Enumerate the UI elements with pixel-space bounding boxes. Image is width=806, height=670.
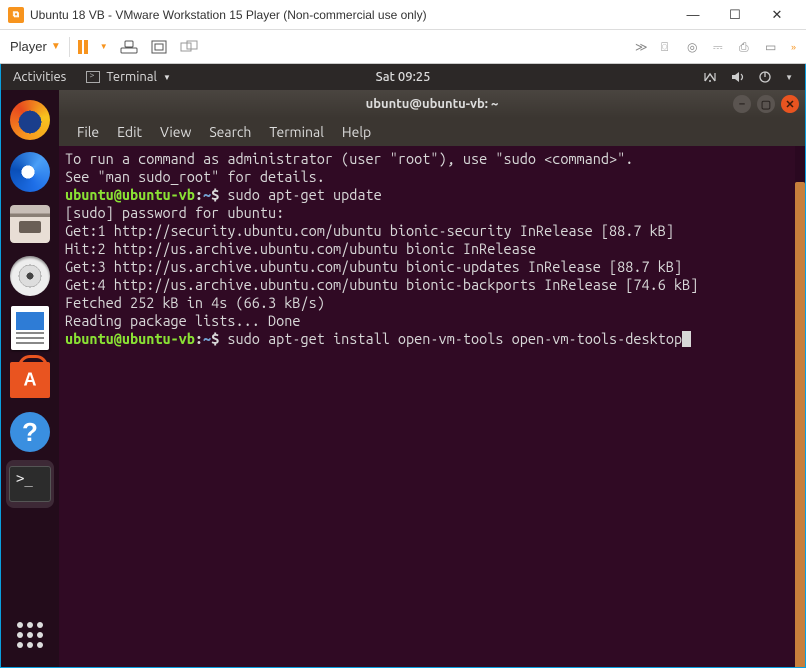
network-icon[interactable]: ⎓ — [713, 40, 731, 54]
terminal-line: See "man sudo_root" for details. — [65, 168, 799, 186]
chevron-down-icon: ▼ — [785, 73, 793, 82]
terminal-titlebar[interactable]: ubuntu@ubuntu-vb: ~ – ▢ ✕ — [59, 90, 805, 118]
volume-icon — [731, 71, 745, 83]
libreoffice-writer-icon — [11, 306, 49, 350]
dock-item-terminal[interactable] — [6, 460, 54, 508]
terminal-window: ubuntu@ubuntu-vb: ~ – ▢ ✕ File Edit View… — [59, 90, 805, 667]
fullscreen-button[interactable] — [150, 39, 168, 55]
chevron-down-icon[interactable]: ▼ — [100, 42, 108, 51]
connect-icon[interactable]: ≫ — [635, 40, 653, 54]
prompt-user: ubuntu@ubuntu-vb — [65, 330, 195, 347]
window-minimize-button[interactable]: – — [733, 95, 751, 113]
apps-grid-icon — [17, 622, 43, 648]
show-applications-button[interactable] — [6, 611, 54, 659]
player-label: Player — [10, 39, 47, 54]
maximize-button[interactable]: ☐ — [714, 1, 756, 29]
command-text: sudo apt-get update — [219, 186, 381, 203]
terminal-line: Hit:2 http://us.archive.ubuntu.com/ubunt… — [65, 240, 799, 258]
terminal-line: Reading package lists... Done — [65, 312, 799, 330]
dock: ? — [1, 90, 59, 667]
terminal-line: Get:3 http://us.archive.ubuntu.com/ubunt… — [65, 258, 799, 276]
chevron-right-icon[interactable]: » — [791, 42, 796, 52]
terminal-line: Fetched 252 kB in 4s (66.3 kB/s) — [65, 294, 799, 312]
chevron-down-icon: ▼ — [51, 41, 61, 52]
terminal-line: To run a command as administrator (user … — [65, 150, 799, 168]
vmware-window-title: Ubuntu 18 VB - VMware Workstation 15 Pla… — [30, 8, 672, 22]
menu-view[interactable]: View — [152, 122, 199, 142]
dock-item-rhythmbox[interactable] — [6, 252, 54, 300]
ubuntu-desktop: Activities Terminal ▼ Sat 09:25 ▼ — [0, 64, 806, 668]
terminal-line: Get:4 http://us.archive.ubuntu.com/ubunt… — [65, 276, 799, 294]
toolbar-separator — [69, 37, 70, 57]
player-menu[interactable]: Player ▼ — [10, 39, 61, 54]
menu-search[interactable]: Search — [201, 122, 259, 142]
window-close-button[interactable]: ✕ — [781, 95, 799, 113]
terminal-line: Get:1 http://security.ubuntu.com/ubuntu … — [65, 222, 799, 240]
menu-help[interactable]: Help — [334, 122, 379, 142]
command-text: sudo apt-get install open-vm-tools open-… — [219, 330, 682, 347]
activities-button[interactable]: Activities — [13, 70, 66, 84]
network-icon — [703, 71, 717, 83]
send-ctrl-alt-del-button[interactable] — [120, 39, 138, 55]
vmware-titlebar: ⧉ Ubuntu 18 VB - VMware Workstation 15 P… — [0, 0, 806, 30]
firefox-icon — [10, 100, 50, 140]
menu-terminal[interactable]: Terminal — [261, 122, 332, 142]
window-maximize-button[interactable]: ▢ — [757, 95, 775, 113]
prompt-user: ubuntu@ubuntu-vb — [65, 186, 195, 203]
ubuntu-software-icon — [10, 362, 50, 398]
terminal-content[interactable]: To run a command as administrator (user … — [59, 146, 805, 667]
terminal-title: ubuntu@ubuntu-vb: ~ — [366, 97, 499, 111]
sound-icon[interactable]: ▭ — [765, 40, 783, 54]
dock-item-help[interactable]: ? — [6, 408, 54, 456]
scrollbar[interactable] — [795, 146, 805, 667]
dock-item-writer[interactable] — [6, 304, 54, 352]
dock-item-thunderbird[interactable] — [6, 148, 54, 196]
prompt-path: ~ — [203, 330, 211, 347]
chevron-down-icon: ▼ — [163, 73, 171, 82]
rhythmbox-icon — [10, 256, 50, 296]
files-icon — [10, 205, 50, 243]
vmware-icon: ⧉ — [8, 7, 24, 23]
cd-icon[interactable]: ◎ — [687, 40, 705, 54]
cursor — [682, 331, 691, 347]
gnome-top-bar: Activities Terminal ▼ Sat 09:25 ▼ — [1, 64, 805, 90]
clock[interactable]: Sat 09:25 — [376, 70, 431, 84]
app-indicator[interactable]: Terminal ▼ — [86, 70, 171, 84]
printer-icon[interactable]: ⎙ — [739, 40, 757, 54]
terminal-line: [sudo] password for ubuntu: — [65, 204, 799, 222]
dock-item-firefox[interactable] — [6, 96, 54, 144]
thunderbird-icon — [10, 152, 50, 192]
vmware-window-controls: — ☐ ✕ — [672, 1, 798, 29]
app-indicator-label: Terminal — [106, 70, 157, 84]
terminal-line: ubuntu@ubuntu-vb:~$ sudo apt-get update — [65, 186, 799, 204]
prompt-path: ~ — [203, 186, 211, 203]
system-status-area[interactable]: ▼ — [703, 71, 793, 83]
vmware-toolbar: Player ▼ ▼ ≫ ⌼ ◎ ⎓ ⎙ ▭ » — [0, 30, 806, 64]
dock-item-files[interactable] — [6, 200, 54, 248]
unity-mode-button[interactable] — [180, 39, 198, 55]
menu-file[interactable]: File — [69, 122, 107, 142]
menu-edit[interactable]: Edit — [109, 122, 150, 142]
close-button[interactable]: ✕ — [756, 1, 798, 29]
help-icon: ? — [10, 412, 50, 452]
disk-icon[interactable]: ⌼ — [661, 40, 679, 54]
terminal-icon — [86, 71, 100, 83]
dock-item-software[interactable] — [6, 356, 54, 404]
minimize-button[interactable]: — — [672, 1, 714, 29]
pause-button[interactable] — [78, 40, 88, 54]
terminal-menubar: File Edit View Search Terminal Help — [59, 118, 805, 146]
scrollbar-thumb[interactable] — [795, 182, 805, 667]
terminal-icon — [9, 466, 51, 502]
terminal-line: ubuntu@ubuntu-vb:~$ sudo apt-get install… — [65, 330, 799, 348]
power-icon — [759, 71, 771, 83]
